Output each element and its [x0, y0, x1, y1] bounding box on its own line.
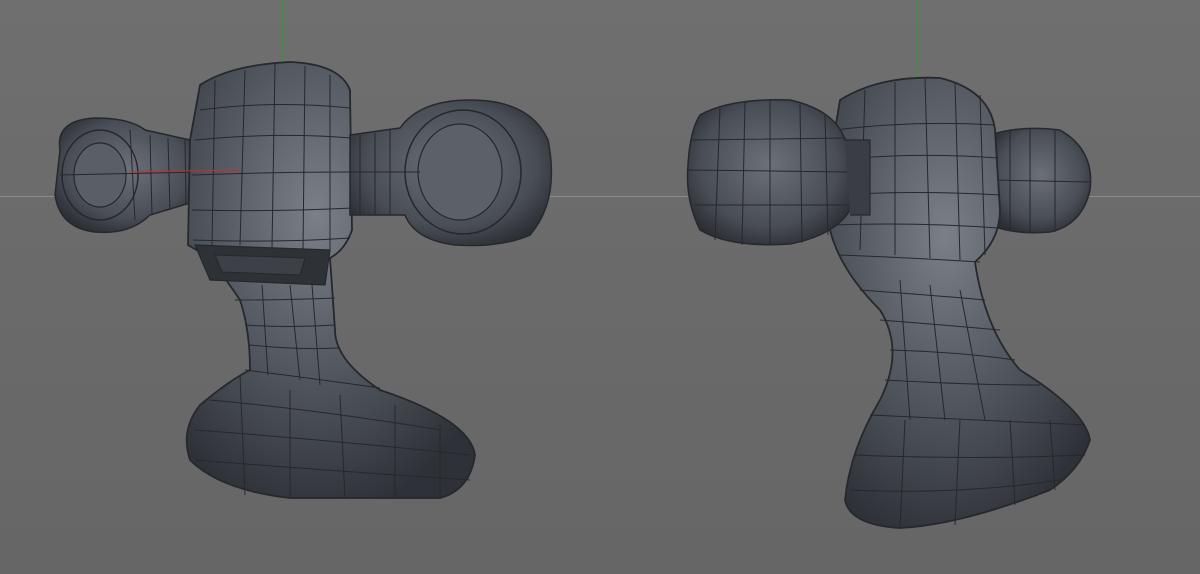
faucet-side-view-model[interactable]	[0, 0, 1200, 574]
3d-viewport[interactable]	[0, 0, 1200, 574]
rear-handle-knob	[989, 127, 1092, 234]
